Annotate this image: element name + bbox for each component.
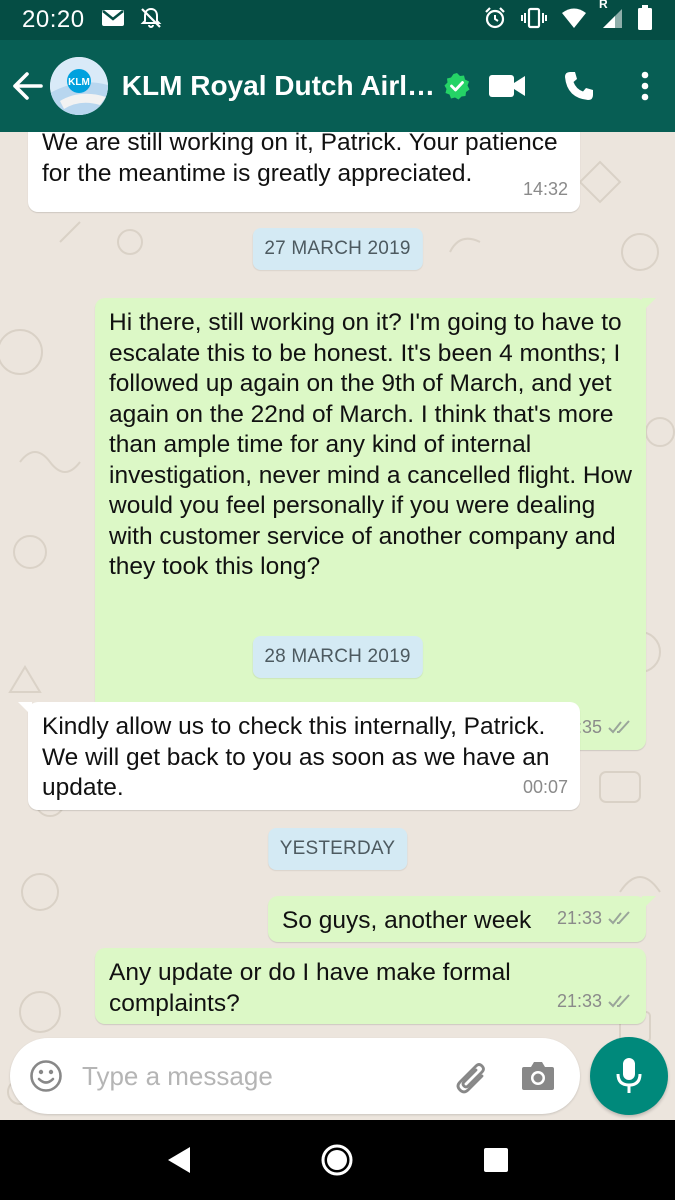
nav-recents-icon [483, 1148, 508, 1172]
voice-record-button[interactable] [590, 1037, 668, 1115]
paperclip-icon [456, 1063, 485, 1094]
system-navigation-bar [0, 1120, 675, 1200]
phone-icon [565, 72, 593, 100]
signal-icon: R [599, 0, 623, 34]
alarm-icon [483, 6, 507, 35]
message-list[interactable]: We are still working on it, Patrick. You… [0, 132, 675, 1120]
klm-logo: KLM [68, 77, 90, 88]
message-time: 21:33 [556, 907, 602, 928]
message-text: Any update or do I have make formal comp… [109, 959, 511, 1017]
double-check-icon [608, 720, 630, 734]
chat-header: KLM KLM Royal Dutch Airl… [0, 40, 675, 132]
voice-call-button[interactable] [543, 40, 615, 132]
microphone-icon [616, 1058, 642, 1093]
video-call-button[interactable] [471, 40, 543, 132]
message-incoming[interactable]: We are still working on it, Patrick. You… [28, 132, 580, 212]
battery-icon [637, 4, 653, 36]
status-bar: 20:20 R [0, 0, 675, 40]
nav-back-button[interactable] [149, 1130, 209, 1190]
message-time: 14:32 [522, 178, 568, 199]
message-outgoing[interactable]: Hi there, still working on it? I'm going… [95, 298, 656, 750]
message-compose-bar [10, 1038, 580, 1114]
emoji-icon [30, 1060, 62, 1092]
message-text: Kindly allow us to check this internally… [42, 713, 550, 801]
attach-button[interactable] [446, 1052, 494, 1100]
mail-icon [101, 8, 125, 33]
message-incoming[interactable]: Kindly allow us to check this internally… [18, 702, 580, 810]
message-time: 00:07 [522, 776, 568, 797]
status-time: 20:20 [22, 6, 85, 33]
wifi-icon [561, 7, 587, 34]
message-outgoing[interactable]: So guys, another week 21:33 [268, 896, 656, 942]
more-vert-icon [641, 71, 649, 101]
emoji-button[interactable] [28, 1058, 64, 1094]
date-separator: 28 MARCH 2019 [252, 636, 423, 678]
double-check-icon [608, 994, 630, 1008]
roaming-indicator: R [599, 0, 608, 11]
contact-avatar[interactable]: KLM [49, 57, 108, 115]
nav-back-icon [168, 1147, 191, 1173]
vibrate-icon [521, 6, 547, 35]
date-separator: YESTERDAY [267, 828, 408, 870]
message-time: 21:33 [556, 990, 602, 1011]
more-options-button[interactable] [615, 40, 675, 132]
back-button[interactable] [6, 40, 50, 132]
message-text: Hi there, still working on it? I'm going… [109, 309, 632, 580]
nav-home-icon [321, 1144, 353, 1176]
message-input[interactable] [82, 1060, 446, 1092]
message-outgoing[interactable]: Any update or do I have make formal comp… [95, 948, 646, 1024]
nav-home-button[interactable] [307, 1130, 367, 1190]
video-call-icon [489, 75, 525, 97]
double-check-icon [608, 911, 630, 925]
nav-recents-button[interactable] [466, 1130, 526, 1190]
notifications-off-icon [139, 6, 163, 35]
message-text: We are still working on it, Patrick. You… [42, 132, 558, 187]
camera-icon [522, 1062, 554, 1090]
back-arrow-icon [13, 72, 43, 100]
date-separator: 27 MARCH 2019 [252, 228, 423, 270]
message-text: So guys, another week [282, 907, 532, 934]
contact-name[interactable]: KLM Royal Dutch Airl… [122, 70, 435, 102]
verified-badge-icon [443, 72, 471, 100]
camera-button[interactable] [514, 1052, 562, 1100]
